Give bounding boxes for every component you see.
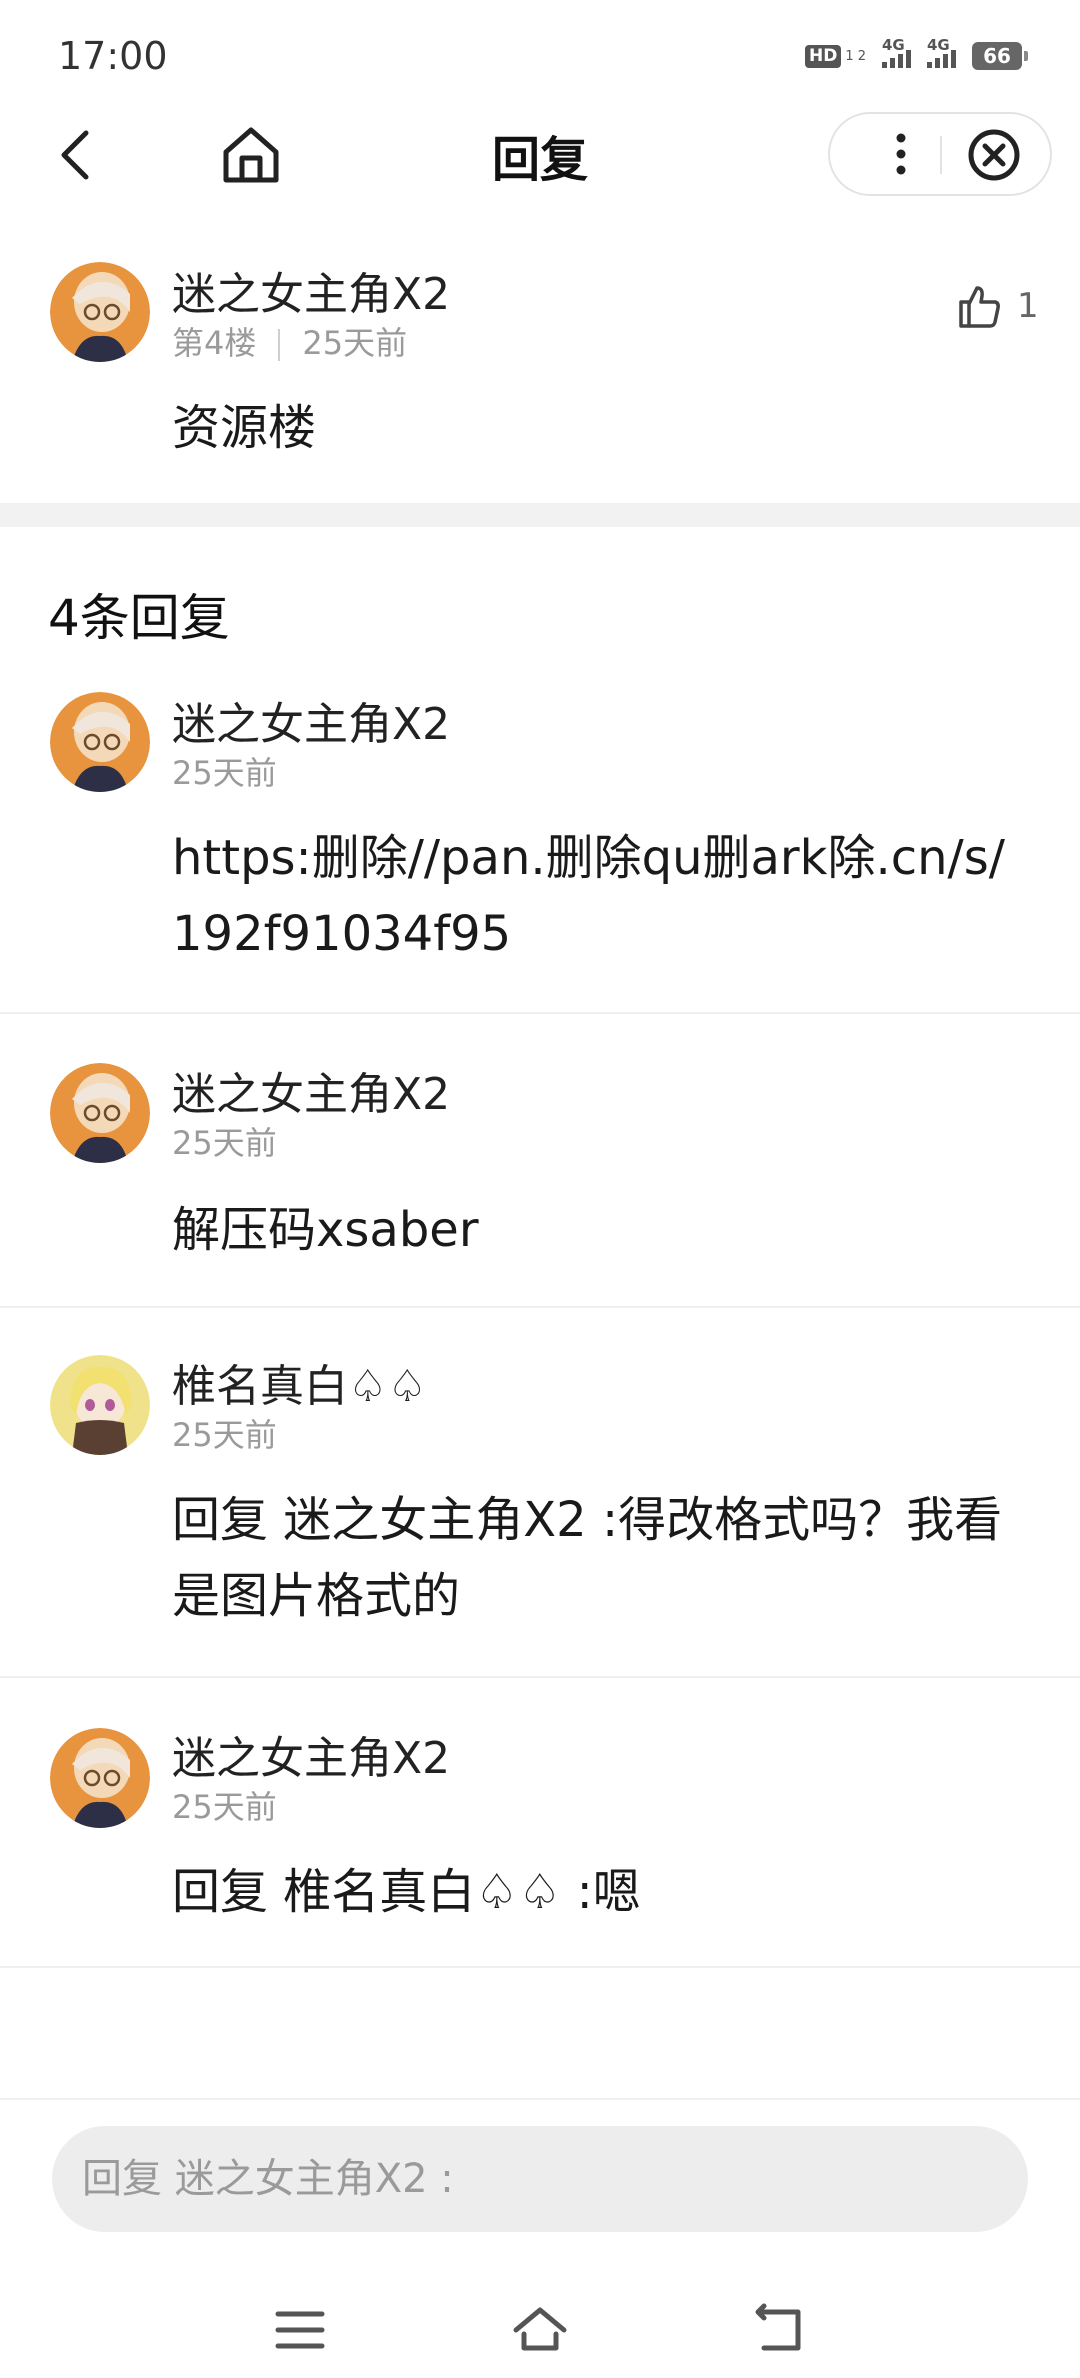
back-icon [755, 2303, 801, 2351]
like-button[interactable]: 1 [955, 282, 1039, 330]
reply-divider [0, 1012, 1080, 1014]
avatar[interactable] [50, 1063, 150, 1163]
reply-divider [0, 1676, 1080, 1678]
reply-divider [0, 1306, 1080, 1308]
home-outline-icon [513, 2307, 567, 2351]
username[interactable]: 迷之女主角X2 [172, 258, 450, 322]
reply-content[interactable]: 解压码xsaber [172, 1192, 1012, 1268]
replies-count-title: 4条回复 [48, 589, 230, 647]
timestamp: 25天前 [172, 1124, 277, 1162]
nav-menu-button[interactable] [270, 2300, 330, 2360]
timestamp: 25天前 [302, 324, 408, 362]
avatar[interactable] [50, 692, 150, 792]
reply-content[interactable]: https:删除//pan.删除qu删ark除.cn/s/192f91034f9… [172, 820, 1012, 972]
username[interactable]: 迷之女主角X2 [172, 688, 450, 752]
section-divider [0, 503, 1080, 527]
floor-label: 第4楼 [172, 324, 257, 362]
comment-meta: 第4楼 25天前 [172, 318, 407, 364]
timestamp: 25天前 [172, 754, 277, 792]
thumb-up-icon [959, 286, 1000, 328]
comment-content: 资源楼 [172, 400, 317, 456]
timestamp: 25天前 [172, 1416, 277, 1454]
reply-content[interactable]: 回复 椎名真白♤♤ :嗯 [172, 1854, 1012, 1930]
bottom-bar: 回复 迷之女主角X2 : [0, 2098, 1080, 2378]
like-count: 1 [1017, 286, 1039, 326]
menu-icon [275, 2311, 325, 2349]
avatar[interactable] [50, 262, 150, 362]
nav-back-button[interactable] [750, 2300, 810, 2360]
reply-content[interactable]: 回复 迷之女主角X2 :得改格式吗？我看是图片格式的 [172, 1482, 1012, 1634]
nav-home-button[interactable] [510, 2300, 570, 2360]
avatar[interactable] [50, 1728, 150, 1828]
reply-input[interactable]: 回复 迷之女主角X2 : [52, 2126, 1028, 2232]
main-comment: 迷之女主角X2 第4楼 25天前 资源楼 1 [0, 0, 1080, 503]
username[interactable]: 迷之女主角X2 [172, 1058, 450, 1122]
username[interactable]: 椎名真白♤♤ [172, 1350, 427, 1414]
avatar[interactable] [50, 1355, 150, 1455]
timestamp: 25天前 [172, 1788, 277, 1826]
reply-divider [0, 1966, 1080, 1968]
username[interactable]: 迷之女主角X2 [172, 1722, 450, 1786]
